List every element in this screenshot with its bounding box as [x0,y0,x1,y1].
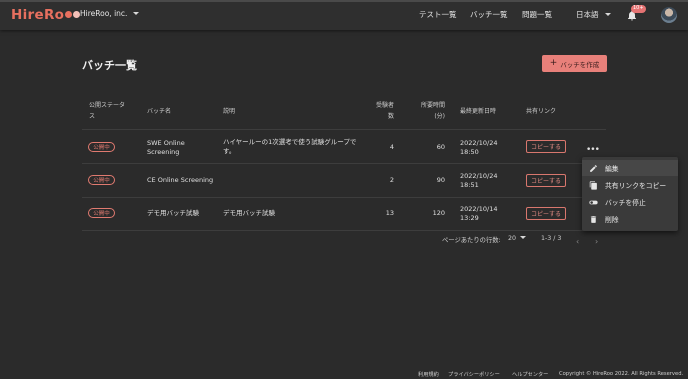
candidate-count: 2 [389,176,394,184]
header-share: 共有リンク [526,108,557,115]
status-badge: 公開中 [88,208,115,218]
batch-name[interactable]: CE Online Screening [147,176,213,185]
duration-minutes: 120 [432,209,445,217]
more-options-icon[interactable]: ••• [586,145,600,155]
header-candidates[interactable]: 受験者 数 [360,100,394,122]
plus-icon: + [549,58,558,68]
chevron-down-icon [133,12,140,15]
status-badge: 公開中 [88,142,115,152]
nav-questions[interactable]: 問題一覧 [522,9,552,20]
footer-link-privacy[interactable]: プライバシーポリシー [448,371,500,378]
logo-dots [65,11,81,18]
copyright: Copyright © HireRoo 2022. All Rights Res… [559,371,684,377]
copy-link-button[interactable]: コピーする [526,140,566,153]
batch-name[interactable]: SWE Online Screening [147,139,185,157]
divider [82,230,606,231]
chevron-down-icon [520,236,527,239]
page-range: 1-3 / 3 [541,235,562,242]
candidate-count: 4 [389,143,394,151]
duration-minutes: 90 [436,176,445,184]
header-updated[interactable]: 最終更新日時 [460,106,496,117]
logo[interactable]: HireRo [11,7,81,23]
candidate-count: 13 [385,209,394,217]
duration-minutes: 60 [436,143,445,151]
notification-badge: 10+ [631,5,646,13]
footer-link-terms[interactable]: 利用規約 [418,371,439,378]
header-status[interactable]: 公開ステータ ス [89,100,125,122]
pencil-icon [590,165,597,172]
batch-description: デモ用バッチ試験 [223,209,275,217]
batch-name[interactable]: デモ用バッチ試験 [147,209,199,218]
updated-at: 2022/10/24 18:50 [460,139,498,156]
row-actions-menu: 編集 共有リンクをコピー バッチを停止 削除 [582,157,678,231]
menu-item-copy-link[interactable]: 共有リンクをコピー [582,177,678,193]
menu-item-edit[interactable]: 編集 [582,160,678,176]
copy-icon [589,181,597,190]
status-badge: 公開中 [88,175,115,185]
divider [82,129,606,130]
language-selector[interactable]: 日本語 [576,9,611,20]
menu-item-stop-batch[interactable]: バッチを停止 [582,194,678,210]
page-title: バッチ一覧 [82,59,137,72]
header-name[interactable]: バッチ名 [147,106,171,117]
copy-link-button[interactable]: コピーする [526,207,566,220]
menu-item-delete[interactable]: 削除 [582,211,678,227]
footer-link-help[interactable]: ヘルプセンター [512,371,548,378]
nav-batches[interactable]: バッチ一覧 [470,9,508,20]
chevron-left-icon[interactable]: ‹ [576,237,579,246]
header-description: 説明 [223,108,236,115]
header-duration[interactable]: 所要時間 (分) [405,100,445,122]
rows-per-page-value: 20 [508,235,517,242]
chevron-right-icon[interactable]: › [595,237,598,246]
language-label: 日本語 [576,10,599,19]
copy-link-button[interactable]: コピーする [526,174,566,187]
divider [82,197,606,198]
divider [82,163,606,164]
chevron-down-icon [604,13,611,16]
updated-at: 2022/10/24 18:51 [460,172,498,189]
trash-icon [590,216,597,223]
batch-description: ハイヤールーの1次選考で使う試験グループで す。 [223,138,357,155]
updated-at: 2022/10/14 13:29 [460,205,498,222]
create-batch-label: バッチを作成 [560,60,600,69]
company-switcher[interactable]: HireRoo, inc. [80,9,140,18]
company-name: HireRoo, inc. [80,9,128,18]
logo-text: HireRo [11,7,65,23]
nav-tests[interactable]: テスト一覧 [419,9,457,20]
rows-per-page-label: ページあたりの行数: [442,237,501,244]
rows-per-page-select[interactable]: 20 [508,235,527,242]
create-batch-button[interactable]: + バッチを作成 [542,55,607,72]
toggle-icon [589,200,598,205]
avatar[interactable] [661,7,677,23]
